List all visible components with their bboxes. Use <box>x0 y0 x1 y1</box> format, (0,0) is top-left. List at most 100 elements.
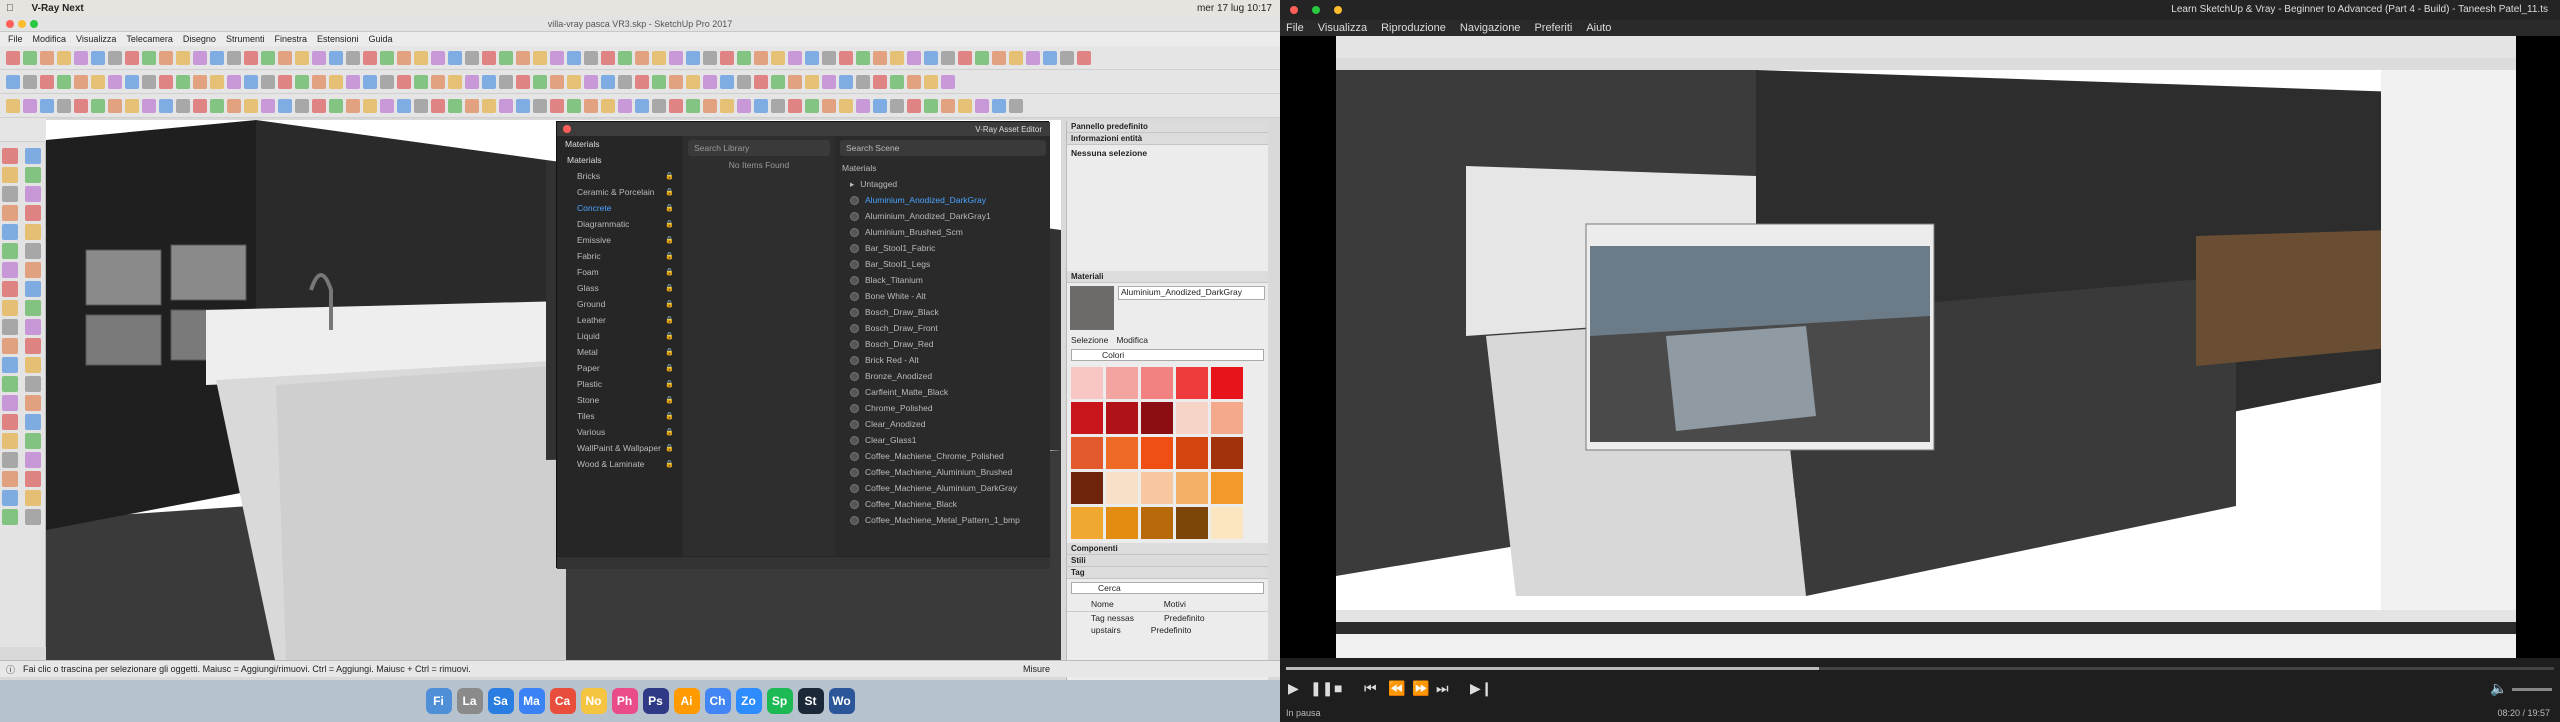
tool-button[interactable] <box>533 50 547 65</box>
tab-selezione[interactable]: Selezione <box>1071 335 1108 345</box>
dock-app[interactable]: Fi <box>425 688 452 714</box>
category-item[interactable]: Fabric 🔒 <box>557 248 682 264</box>
tool-button[interactable] <box>720 74 734 89</box>
tool-button[interactable] <box>941 74 955 89</box>
tool-button[interactable] <box>40 74 54 89</box>
tool-button[interactable] <box>346 98 360 113</box>
minimize-icon[interactable] <box>18 20 26 28</box>
sidebar-root[interactable]: Materials​ <box>557 152 682 168</box>
tool-button[interactable] <box>244 50 258 65</box>
tool-button[interactable] <box>363 74 377 89</box>
tool-button[interactable] <box>2 509 18 525</box>
tool-button[interactable] <box>329 74 343 89</box>
tool-button[interactable] <box>788 98 802 113</box>
tool-button[interactable] <box>448 50 462 65</box>
tool-button[interactable] <box>805 74 819 89</box>
tool-button[interactable] <box>2 414 18 430</box>
tool-button[interactable] <box>635 74 649 89</box>
category-item[interactable]: Foam 🔒 <box>557 264 682 280</box>
material-list-item[interactable]: Coffee_Machiene_Chrome_Polished <box>836 448 1050 464</box>
material-list-item[interactable]: Brick Red - Alt <box>836 352 1050 368</box>
tool-button[interactable] <box>25 490 41 506</box>
tool-button[interactable] <box>771 98 785 113</box>
active-app-name[interactable]: V-Ray Next <box>32 3 84 14</box>
category-item[interactable]: Emissive 🔒 <box>557 232 682 248</box>
tool-button[interactable] <box>397 74 411 89</box>
tool-button[interactable] <box>584 74 598 89</box>
tool-button[interactable] <box>363 50 377 65</box>
tool-button[interactable] <box>25 452 41 468</box>
tool-button[interactable] <box>2 433 18 449</box>
tool-button[interactable] <box>856 50 870 65</box>
tool-button[interactable] <box>6 74 20 89</box>
tool-button[interactable] <box>74 74 88 89</box>
tool-button[interactable] <box>193 98 207 113</box>
tool-button[interactable] <box>669 50 683 65</box>
tool-button[interactable] <box>278 50 292 65</box>
tool-button[interactable] <box>669 98 683 113</box>
tool-button[interactable] <box>720 98 734 113</box>
progress-bar[interactable] <box>1286 667 2554 670</box>
tool-button[interactable] <box>737 74 751 89</box>
tool-button[interactable] <box>2 167 18 183</box>
tool-button[interactable] <box>2 205 18 221</box>
tool-button[interactable] <box>414 74 428 89</box>
tool-button[interactable] <box>25 224 41 240</box>
material-list-item[interactable]: Aluminium_Brushed_Scm <box>836 224 1050 240</box>
tool-button[interactable] <box>618 74 632 89</box>
tool-button[interactable] <box>516 50 530 65</box>
tool-button[interactable] <box>312 98 326 113</box>
tool-button[interactable] <box>652 50 666 65</box>
tool-button[interactable] <box>210 98 224 113</box>
tool-button[interactable] <box>499 50 513 65</box>
tool-button[interactable] <box>618 98 632 113</box>
tool-button[interactable] <box>873 50 887 65</box>
color-swatch[interactable] <box>1141 437 1173 469</box>
tool-button[interactable] <box>91 74 105 89</box>
tool-button[interactable] <box>669 74 683 89</box>
tool-button[interactable] <box>737 98 751 113</box>
tool-button[interactable] <box>550 50 564 65</box>
tool-button[interactable] <box>295 98 309 113</box>
category-item[interactable]: Paper 🔒 <box>557 360 682 376</box>
tool-button[interactable] <box>805 50 819 65</box>
tool-button[interactable] <box>261 98 275 113</box>
tool-button[interactable] <box>23 74 37 89</box>
tool-button[interactable] <box>516 98 530 113</box>
tool-button[interactable] <box>261 50 275 65</box>
tool-button[interactable] <box>278 98 292 113</box>
tool-button[interactable] <box>125 50 139 65</box>
tool-button[interactable] <box>2 186 18 202</box>
tool-button[interactable] <box>924 74 938 89</box>
tool-button[interactable] <box>380 98 394 113</box>
tool-button[interactable] <box>839 50 853 65</box>
tag-row[interactable]: upstairs Predefinito <box>1067 624 1268 636</box>
tool-button[interactable] <box>380 50 394 65</box>
tool-button[interactable] <box>482 50 496 65</box>
material-name-field[interactable]: Aluminium_Anodized_DarkGray <box>1118 286 1265 300</box>
menu-strumenti[interactable]: Strumenti <box>226 34 265 44</box>
tool-button[interactable] <box>2 148 18 164</box>
tool-button[interactable] <box>6 50 20 65</box>
tool-button[interactable] <box>210 74 224 89</box>
material-list-item[interactable]: Bar_Stool1_Fabric <box>836 240 1050 256</box>
menu-visualizza[interactable]: Visualizza <box>1318 22 1367 34</box>
material-list-item[interactable]: Bosch_Draw_Red <box>836 336 1050 352</box>
tool-button[interactable] <box>142 50 156 65</box>
tool-button[interactable] <box>25 395 41 411</box>
tool-button[interactable] <box>380 74 394 89</box>
video-frame[interactable] <box>1336 36 2516 658</box>
material-list-item[interactable]: Black_Titanium <box>836 272 1050 288</box>
tag-col-name[interactable]: Nome <box>1091 599 1114 609</box>
tool-button[interactable] <box>2 395 18 411</box>
tool-button[interactable] <box>992 98 1006 113</box>
tool-button[interactable] <box>686 50 700 65</box>
close-icon[interactable] <box>563 125 571 133</box>
category-item[interactable]: Plastic 🔒 <box>557 376 682 392</box>
tool-button[interactable] <box>720 50 734 65</box>
tool-button[interactable] <box>159 50 173 65</box>
tool-button[interactable] <box>142 98 156 113</box>
tool-button[interactable] <box>958 50 972 65</box>
tool-button[interactable] <box>1026 50 1040 65</box>
tool-button[interactable] <box>414 98 428 113</box>
